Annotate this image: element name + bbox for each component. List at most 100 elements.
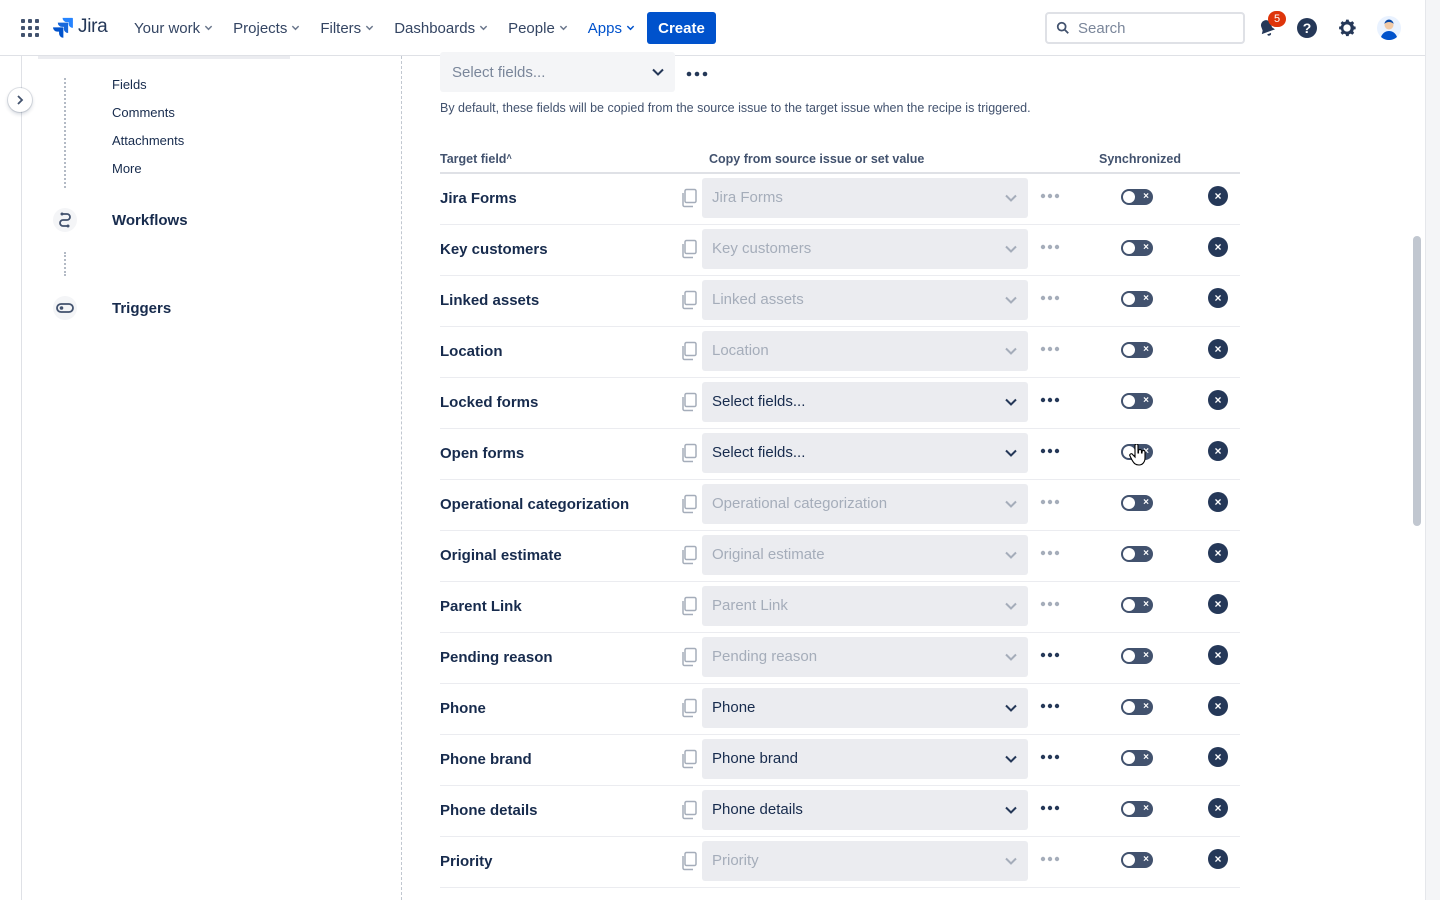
search-box[interactable] xyxy=(1045,12,1245,44)
scrollbar-thumb[interactable] xyxy=(1413,236,1421,526)
more-options-icon[interactable] xyxy=(1040,601,1060,607)
search-input[interactable] xyxy=(1078,19,1228,37)
create-button[interactable]: Create xyxy=(647,12,716,44)
synchronized-toggle[interactable]: × xyxy=(1121,648,1153,664)
synchronized-toggle[interactable]: × xyxy=(1121,189,1153,205)
toggle-knob xyxy=(1123,752,1135,764)
remove-row-icon[interactable]: × xyxy=(1208,492,1228,512)
help-icon[interactable]: ? xyxy=(1295,16,1319,40)
synchronized-toggle[interactable]: × xyxy=(1121,495,1153,511)
source-value-text: Priority xyxy=(712,852,759,869)
select-fields-dropdown[interactable]: Select fields... xyxy=(440,52,675,92)
synchronized-toggle[interactable]: × xyxy=(1121,342,1153,358)
synchronized-toggle[interactable]: × xyxy=(1121,750,1153,766)
more-options-icon[interactable] xyxy=(1040,499,1060,505)
more-options-icon[interactable] xyxy=(1040,805,1060,811)
copy-icon[interactable] xyxy=(680,596,698,616)
sidebar-section-workflows[interactable]: Workflows xyxy=(112,212,188,229)
sidebar-section-triggers[interactable]: Triggers xyxy=(112,300,171,317)
synchronized-toggle[interactable]: × xyxy=(1121,852,1153,868)
toggle-knob xyxy=(1123,548,1135,560)
copy-icon[interactable] xyxy=(680,392,698,412)
source-value-select[interactable]: Phone details xyxy=(702,790,1028,830)
chevron-down-icon xyxy=(1005,551,1017,559)
nav-item-people[interactable]: People xyxy=(498,0,578,56)
copy-icon[interactable] xyxy=(680,851,698,871)
column-header-target[interactable]: Target field˄ xyxy=(440,152,512,166)
copy-icon[interactable] xyxy=(680,749,698,769)
remove-row-icon[interactable]: × xyxy=(1208,798,1228,818)
settings-gear-icon[interactable] xyxy=(1335,16,1359,40)
user-avatar[interactable] xyxy=(1377,16,1401,40)
fields-description: By default, these fields will be copied … xyxy=(440,101,1031,115)
more-options-icon[interactable] xyxy=(1040,193,1060,199)
nav-item-dashboards[interactable]: Dashboards xyxy=(384,0,498,56)
remove-row-icon[interactable]: × xyxy=(1208,339,1228,359)
synchronized-toggle[interactable]: × xyxy=(1121,393,1153,409)
app-switcher-icon[interactable] xyxy=(21,19,39,37)
copy-icon[interactable] xyxy=(680,647,698,667)
more-options-icon[interactable] xyxy=(686,64,708,82)
chevron-down-icon xyxy=(204,23,213,34)
remove-row-icon[interactable]: × xyxy=(1208,390,1228,410)
search-icon xyxy=(1056,21,1069,34)
more-options-icon[interactable] xyxy=(1040,652,1060,658)
remove-row-icon[interactable]: × xyxy=(1208,594,1228,614)
more-options-icon[interactable] xyxy=(1040,346,1060,352)
copy-icon[interactable] xyxy=(680,800,698,820)
nav-item-projects[interactable]: Projects xyxy=(223,0,310,56)
remove-row-icon[interactable]: × xyxy=(1208,696,1228,716)
more-options-icon[interactable] xyxy=(1040,703,1060,709)
more-options-icon[interactable] xyxy=(1040,244,1060,250)
source-value-text: Pending reason xyxy=(712,648,818,665)
source-value-select[interactable]: Phone brand xyxy=(702,739,1028,779)
toggle-knob xyxy=(1123,191,1135,203)
table-row: Jira Forms Jira Forms × × xyxy=(440,174,1240,225)
copy-icon[interactable] xyxy=(680,341,698,361)
remove-row-icon[interactable]: × xyxy=(1208,645,1228,665)
copy-icon[interactable] xyxy=(680,239,698,259)
copy-icon[interactable] xyxy=(680,698,698,718)
remove-row-icon[interactable]: × xyxy=(1208,441,1228,461)
scrollbar-track[interactable] xyxy=(1425,0,1440,900)
synchronized-toggle[interactable]: × xyxy=(1121,291,1153,307)
sidebar-top-shade xyxy=(38,56,290,59)
sidebar-item-comments[interactable]: Comments xyxy=(112,105,175,120)
remove-row-icon[interactable]: × xyxy=(1208,543,1228,563)
nav-item-your-work[interactable]: Your work xyxy=(124,0,223,56)
copy-icon[interactable] xyxy=(680,290,698,310)
copy-icon[interactable] xyxy=(680,545,698,565)
copy-icon[interactable] xyxy=(680,494,698,514)
remove-row-icon[interactable]: × xyxy=(1208,237,1228,257)
sidebar-item-attachments[interactable]: Attachments xyxy=(112,133,184,148)
more-options-icon[interactable] xyxy=(1040,754,1060,760)
nav-item-apps[interactable]: Apps xyxy=(577,0,646,56)
more-options-icon[interactable] xyxy=(1040,295,1060,301)
remove-row-icon[interactable]: × xyxy=(1208,747,1228,767)
nav-item-filters[interactable]: Filters xyxy=(310,0,384,56)
more-options-icon[interactable] xyxy=(1040,856,1060,862)
source-value-select[interactable]: Select fields... xyxy=(702,433,1028,473)
copy-icon[interactable] xyxy=(680,188,698,208)
expand-sidebar-button[interactable] xyxy=(8,88,32,112)
synchronized-toggle[interactable]: × xyxy=(1121,597,1153,613)
toggle-off-icon: × xyxy=(1143,548,1149,559)
synchronized-toggle[interactable]: × xyxy=(1121,699,1153,715)
more-options-icon[interactable] xyxy=(1040,448,1060,454)
synchronized-toggle[interactable]: × xyxy=(1121,801,1153,817)
sidebar-item-more[interactable]: More xyxy=(112,161,142,176)
synchronized-toggle[interactable]: × xyxy=(1121,240,1153,256)
more-options-icon[interactable] xyxy=(1040,397,1060,403)
remove-row-icon[interactable]: × xyxy=(1208,849,1228,869)
source-value-select[interactable]: Phone xyxy=(702,688,1028,728)
copy-icon[interactable] xyxy=(680,443,698,463)
remove-row-icon[interactable]: × xyxy=(1208,186,1228,206)
synchronized-toggle[interactable]: × xyxy=(1121,546,1153,562)
remove-row-icon[interactable]: × xyxy=(1208,288,1228,308)
jira-logo[interactable]: Jira xyxy=(52,16,108,38)
sidebar-item-fields[interactable]: Fields xyxy=(112,77,147,92)
more-options-icon[interactable] xyxy=(1040,550,1060,556)
chevron-down-icon xyxy=(1005,857,1017,865)
source-value-select[interactable]: Select fields... xyxy=(702,382,1028,422)
chevron-down-icon xyxy=(626,23,635,34)
